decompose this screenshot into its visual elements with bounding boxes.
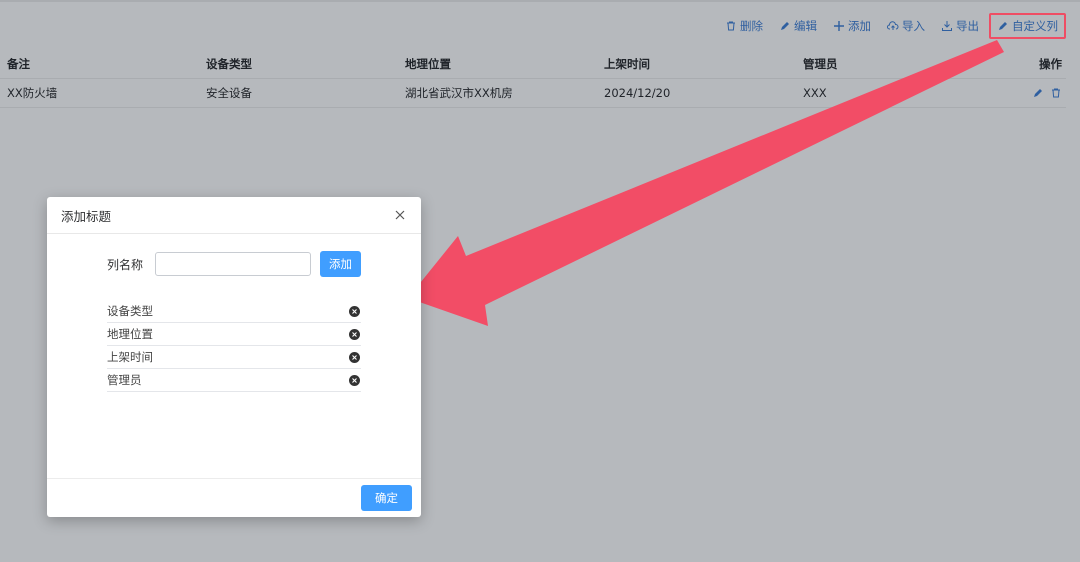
edit-label: 编辑 <box>794 19 817 33</box>
column-header-actions: 操作 <box>1039 57 1062 71</box>
x-circle-icon[interactable] <box>349 351 360 363</box>
import-label: 导入 <box>902 19 925 33</box>
confirm-button[interactable]: 确定 <box>361 485 412 511</box>
column-header[interactable]: 上架时间 <box>597 56 796 72</box>
data-table: 备注 设备类型 地理位置 上架时间 管理员 操作 XX防火墙 安全设备 湖北省武… <box>0 50 1066 108</box>
table-cell: 安全设备 <box>206 86 252 100</box>
edit-button[interactable]: 编辑 <box>773 14 823 38</box>
delete-button[interactable]: 删除 <box>719 14 769 38</box>
cloud-upload-icon <box>887 21 899 30</box>
column-header[interactable]: 管理员 <box>796 56 995 72</box>
column-header[interactable]: 设备类型 <box>199 56 398 72</box>
custom-columns-label: 自定义列 <box>1012 19 1058 33</box>
column-name-row: 列名称 添加 <box>107 251 361 277</box>
add-label: 添加 <box>848 19 871 33</box>
list-item: 上架时间 <box>107 346 361 369</box>
column-item-label: 地理位置 <box>107 327 153 341</box>
add-button[interactable]: 添加 <box>827 14 877 38</box>
list-item: 地理位置 <box>107 323 361 346</box>
trash-icon[interactable] <box>1050 87 1062 99</box>
column-name-input[interactable] <box>155 252 311 276</box>
column-item-label: 设备类型 <box>107 304 153 318</box>
custom-columns-button[interactable]: 自定义列 <box>989 13 1066 39</box>
table-row[interactable]: XX防火墙 安全设备 湖北省武汉市XX机房 2024/12/20 XXX <box>0 79 1066 108</box>
trash-icon <box>727 21 735 31</box>
table-cell: XX防火墙 <box>7 86 58 100</box>
table-cell: 2024/12/20 <box>604 86 671 100</box>
import-button[interactable]: 导入 <box>881 14 931 38</box>
table-cell: XXX <box>803 86 827 100</box>
row-actions <box>995 87 1066 99</box>
pencil-icon <box>999 22 1007 30</box>
column-header[interactable]: 地理位置 <box>398 56 597 72</box>
download-icon <box>942 21 952 31</box>
table-header: 备注 设备类型 地理位置 上架时间 管理员 操作 <box>0 50 1066 79</box>
pencil-icon <box>781 22 789 30</box>
export-label: 导出 <box>956 19 979 33</box>
table-cell: 湖北省武汉市XX机房 <box>405 86 513 100</box>
plus-icon <box>834 21 844 31</box>
list-item: 管理员 <box>107 369 361 392</box>
column-item-label: 管理员 <box>107 373 142 387</box>
x-circle-icon[interactable] <box>349 305 360 317</box>
list-item: 设备类型 <box>107 300 361 323</box>
close-icon[interactable] <box>393 208 407 222</box>
toolbar: 删除 编辑 添加 导入 导出 自定义列 <box>719 13 1066 39</box>
column-name-label: 列名称 <box>107 257 144 272</box>
export-button[interactable]: 导出 <box>935 14 985 38</box>
add-column-button[interactable]: 添加 <box>320 251 361 277</box>
dialog-footer-divider <box>47 478 421 479</box>
column-item-label: 上架时间 <box>107 350 153 364</box>
column-list: 设备类型 地理位置 上架时间 管理员 <box>107 300 361 392</box>
top-divider <box>0 0 1080 2</box>
dialog-header: 添加标题 <box>47 197 421 234</box>
column-header[interactable]: 备注 <box>0 56 199 72</box>
pencil-icon[interactable] <box>1032 87 1044 99</box>
delete-label: 删除 <box>740 19 763 33</box>
dialog-title: 添加标题 <box>61 208 112 224</box>
x-circle-icon[interactable] <box>349 328 360 340</box>
x-circle-icon[interactable] <box>349 374 360 386</box>
add-column-dialog: 添加标题 列名称 添加 设备类型 地理位置 上架时间 管理员 确定 <box>47 197 421 517</box>
